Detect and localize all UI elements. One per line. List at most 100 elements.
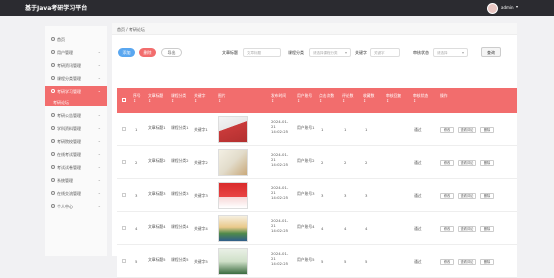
table-row: 4 文章标题4 课程分类4 关键字4 2024-01-21 14:02:25 用… xyxy=(117,212,517,245)
row-delete-button[interactable]: 删除 xyxy=(480,226,494,232)
row-checkbox[interactable] xyxy=(122,127,126,131)
breadcrumb-text: 首页 / 考研论坛 xyxy=(117,27,145,32)
cell-time: 2024-01-21 14:02:25 xyxy=(271,152,289,167)
cell-time: 2024-01-21 14:02:25 xyxy=(271,185,289,200)
sidebar-subitem-label: 考研论坛 xyxy=(53,100,69,105)
edit-button[interactable]: 修改 xyxy=(440,259,454,265)
sidebar-item-system[interactable]: 系统管理 ⌄ xyxy=(45,175,107,187)
cell-image-thumbnail[interactable] xyxy=(218,149,248,176)
view-comments-button[interactable]: 查看评论 xyxy=(458,160,476,166)
cell-title: 文章标题2 xyxy=(148,158,166,163)
cell-image-thumbnail[interactable] xyxy=(218,215,248,242)
edit-button[interactable]: 修改 xyxy=(440,226,454,232)
user-menu-chevron-icon[interactable]: ▾ xyxy=(516,4,518,9)
col-header-user[interactable]: 用户账号 ↕ xyxy=(297,93,312,103)
row-checkbox[interactable] xyxy=(122,259,126,263)
table-header: 序号 ↕ 文章标题 ↕ 课程分类 ↕ 关键字 ↕ 图片 ↕ 发布时间 ↕ 用户账号 ↕ 点击次… xyxy=(117,88,517,113)
cell-image-thumbnail[interactable] xyxy=(218,116,248,143)
category-filter-select[interactable]: 请选择课程分类 xyxy=(309,48,351,57)
sidebar-item-online-exam[interactable]: 在线考试管理 ⌄ xyxy=(45,149,107,161)
col-header-status[interactable]: 审核状态 ↕ xyxy=(413,93,428,103)
user-avatar[interactable] xyxy=(487,3,498,14)
chevron-down-icon: ⌄ xyxy=(97,75,101,80)
col-header-favorites[interactable]: 收藏数 ↕ xyxy=(363,93,374,103)
row-delete-button[interactable]: 删除 xyxy=(480,127,494,133)
export-button[interactable]: 导出 xyxy=(161,48,182,57)
col-header-time[interactable]: 发布时间 ↕ xyxy=(271,93,286,103)
category-icon xyxy=(51,76,55,80)
chevron-down-icon: ⌄ xyxy=(97,112,101,117)
edit-button[interactable]: 修改 xyxy=(440,160,454,166)
row-checkbox[interactable] xyxy=(122,160,126,164)
col-header-keyword[interactable]: 关键字 ↕ xyxy=(194,93,205,103)
add-button[interactable]: 添加 xyxy=(118,48,135,57)
col-header-title[interactable]: 文章标题 ↕ xyxy=(148,93,163,103)
sidebar-item-users[interactable]: 用户管理 ⌄ xyxy=(45,47,107,59)
cell-time: 2024-01-21 14:02:25 xyxy=(271,218,289,233)
sidebar-item-label: 考研院校管理 xyxy=(57,139,81,144)
col-header-category[interactable]: 课程分类 ↕ xyxy=(171,93,186,103)
edit-button[interactable]: 修改 xyxy=(440,127,454,133)
cell-no: 4 xyxy=(135,226,138,231)
delete-button[interactable]: 删除 xyxy=(139,48,156,57)
user-name[interactable]: admin xyxy=(501,5,514,10)
view-comments-button[interactable]: 查看评论 xyxy=(458,127,476,133)
row-delete-button[interactable]: 删除 xyxy=(480,160,494,166)
sidebar-item-profile[interactable]: 个人中心 ⌄ xyxy=(45,201,107,213)
view-comments-button[interactable]: 查看评论 xyxy=(458,193,476,199)
row-checkbox[interactable] xyxy=(122,193,126,197)
cell-status: 通过 xyxy=(414,193,422,198)
cell-clicks: 2 xyxy=(321,160,324,165)
cell-keyword: 关键字3 xyxy=(194,193,208,198)
notice-icon xyxy=(51,113,55,117)
col-header-comments[interactable]: 评论数 ↕ xyxy=(342,93,353,103)
sidebar-item-study[interactable]: 考研学习管理 ⌄ xyxy=(45,86,107,98)
sidebar-item-label: 学科资料管理 xyxy=(57,126,81,131)
top-bar: 基于Java考研学习平台 admin ▾ xyxy=(0,0,554,16)
sidebar-item-label: 考研学习管理 xyxy=(57,89,81,94)
sidebar-item-exam-papers[interactable]: 考试试卷管理 ⌄ xyxy=(45,162,107,174)
keyword-filter-input[interactable]: 关键字 xyxy=(370,48,400,57)
cell-no: 3 xyxy=(135,193,138,198)
cell-user: 用户账号2 xyxy=(297,158,315,163)
materials-icon xyxy=(51,126,55,130)
col-header-actions: 操作 xyxy=(440,93,448,98)
cell-keyword: 关键字4 xyxy=(194,226,208,231)
main-panel: 首页 / 考研论坛 添加 删除 导出 文章标题 文章标题 课程分类 请选择课程分… xyxy=(112,23,517,278)
sidebar-item-materials[interactable]: 学科资料管理 ⌄ xyxy=(45,123,107,135)
sidebar-item-course-category[interactable]: 课程分类管理 ⌄ xyxy=(45,73,107,85)
table-row: 3 文章标题3 课程分类3 关键字3 2024-01-21 14:02:25 用… xyxy=(117,179,517,212)
sidebar-item-chat[interactable]: 在线交流管理 ⌄ xyxy=(45,188,107,200)
breadcrumb: 首页 / 考研论坛 xyxy=(112,23,517,35)
cell-category: 课程分类1 xyxy=(171,125,189,130)
cell-image-thumbnail[interactable] xyxy=(218,182,248,209)
col-header-clicks[interactable]: 点击次数 ↕ xyxy=(319,93,334,103)
cell-favorites: 1 xyxy=(365,127,368,132)
view-comments-button[interactable]: 查看评论 xyxy=(458,259,476,265)
cell-no: 5 xyxy=(135,259,138,264)
search-button[interactable]: 查询 xyxy=(481,47,501,57)
title-filter-input[interactable]: 文章标题 xyxy=(243,48,281,57)
sidebar-item-schools[interactable]: 考研院校管理 ⌄ xyxy=(45,136,107,148)
cell-title: 文章标题3 xyxy=(148,191,166,196)
select-all-checkbox[interactable] xyxy=(122,98,126,102)
edit-button[interactable]: 修改 xyxy=(440,193,454,199)
table-row: 1 文章标题1 课程分类1 关键字1 2024-01-21 14:02:25 用… xyxy=(117,113,517,146)
cell-title: 文章标题1 xyxy=(148,125,166,130)
row-delete-button[interactable]: 删除 xyxy=(480,193,494,199)
col-header-review-reply[interactable]: 审核回复 ↕ xyxy=(386,93,401,103)
sidebar-item-news[interactable]: 考研资讯管理 ⌄ xyxy=(45,60,107,72)
status-filter-select[interactable]: 请选择 xyxy=(433,48,468,57)
sidebar-item-label: 在线考试管理 xyxy=(57,152,81,157)
cell-image-thumbnail[interactable] xyxy=(218,248,248,275)
sidebar-subitem-forum[interactable]: 考研论坛 xyxy=(45,98,107,106)
row-delete-button[interactable]: 删除 xyxy=(480,259,494,265)
sidebar-item-home[interactable]: 首页 xyxy=(45,34,107,46)
user-icon xyxy=(51,204,55,208)
view-comments-button[interactable]: 查看评论 xyxy=(458,226,476,232)
row-checkbox[interactable] xyxy=(122,226,126,230)
sidebar-item-notices[interactable]: 考研公告管理 ⌄ xyxy=(45,110,107,122)
cell-user: 用户账号3 xyxy=(297,191,315,196)
cell-status: 通过 xyxy=(414,259,422,264)
exam-icon xyxy=(51,152,55,156)
